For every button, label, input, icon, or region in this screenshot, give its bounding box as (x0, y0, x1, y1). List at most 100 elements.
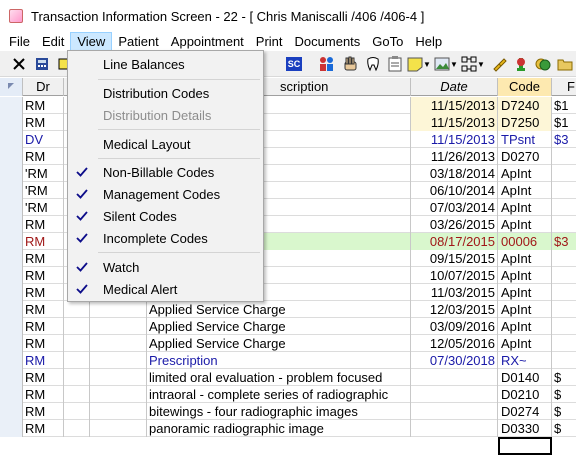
menu-item-incomplete-codes[interactable]: Incomplete Codes (69, 228, 262, 250)
chevron-down-icon[interactable]: ▼ (477, 55, 485, 73)
table-row[interactable]: RM limited oral evaluation - problem focu… (0, 369, 576, 386)
cell-date[interactable]: 12/03/2015 (411, 301, 498, 318)
row-header[interactable] (0, 352, 23, 369)
medicine-icon[interactable] (490, 55, 508, 73)
cell-code[interactable]: D0274 (498, 403, 552, 420)
cell-col-c[interactable] (90, 352, 147, 369)
cell-code[interactable]: 00006 (498, 233, 552, 250)
row-header[interactable] (0, 284, 23, 301)
cell-date[interactable]: 12/05/2016 (411, 335, 498, 352)
cell-fee[interactable] (552, 301, 576, 318)
sc-icon[interactable]: SC (286, 57, 302, 71)
cell-date[interactable]: 11/15/2013 (411, 97, 498, 114)
row-header[interactable] (0, 386, 23, 403)
cell-code[interactable]: TPsnt (498, 131, 552, 148)
cell-col-c[interactable] (90, 403, 147, 420)
menu-item-silent-codes[interactable]: Silent Codes (69, 206, 262, 228)
cell-date[interactable] (411, 369, 498, 386)
menu-view[interactable]: View (70, 32, 113, 51)
cell-code[interactable]: ApInt (498, 267, 552, 284)
cell-col-c[interactable] (90, 386, 147, 403)
hand-icon[interactable] (342, 55, 360, 73)
cell-col-b[interactable] (64, 318, 90, 335)
cell-fee[interactable] (552, 284, 576, 301)
cell-col-b[interactable] (64, 369, 90, 386)
header-date[interactable]: Date (411, 78, 498, 96)
cell-dr[interactable]: 'RM (23, 165, 64, 182)
cell-date[interactable]: 09/15/2015 (411, 250, 498, 267)
row-header[interactable] (0, 216, 23, 233)
cell-dr[interactable]: RM (23, 148, 64, 165)
menu-item-distribution-codes[interactable]: Distribution Codes (69, 83, 262, 105)
row-header[interactable] (0, 199, 23, 216)
cell-description[interactable]: Applied Service Charge (147, 318, 411, 335)
cell-dr[interactable]: RM (23, 420, 64, 437)
chevron-down-icon[interactable]: ▼ (450, 55, 458, 73)
cell-date[interactable]: 07/30/2018 (411, 352, 498, 369)
cell-code[interactable]: RX~ (498, 352, 552, 369)
cell-dr[interactable]: DV (23, 131, 64, 148)
trophy-icon[interactable] (512, 55, 530, 73)
cell-date[interactable]: 07/03/2014 (411, 199, 498, 216)
cell-date[interactable]: 11/15/2013 (411, 131, 498, 148)
header-dr[interactable]: Dr (23, 78, 64, 96)
current-cell-editor[interactable] (498, 437, 552, 455)
cell-fee[interactable] (552, 335, 576, 352)
menu-documents[interactable]: Documents (289, 32, 367, 51)
cell-dr[interactable]: RM (23, 301, 64, 318)
cell-fee[interactable] (552, 267, 576, 284)
cell-dr[interactable]: RM (23, 284, 64, 301)
cell-fee[interactable] (552, 182, 576, 199)
cell-code[interactable]: ApInt (498, 182, 552, 199)
cell-code[interactable]: ApInt (498, 199, 552, 216)
cell-date[interactable] (411, 386, 498, 403)
cell-code[interactable]: D7240 (498, 97, 552, 114)
row-header[interactable] (0, 182, 23, 199)
money-icon[interactable] (534, 55, 552, 73)
row-header[interactable] (0, 403, 23, 420)
cell-fee[interactable] (552, 199, 576, 216)
calculator-icon[interactable] (33, 55, 51, 73)
cell-col-c[interactable] (90, 420, 147, 437)
cell-dr[interactable]: 'RM (23, 199, 64, 216)
note-pad-icon[interactable] (406, 55, 424, 73)
cell-date[interactable]: 10/07/2015 (411, 267, 498, 284)
cell-date[interactable]: 03/09/2016 (411, 318, 498, 335)
clipboard-icon[interactable] (386, 55, 404, 73)
cell-dr[interactable]: RM (23, 216, 64, 233)
cell-dr[interactable]: RM (23, 250, 64, 267)
cell-fee[interactable] (552, 165, 576, 182)
row-header[interactable] (0, 97, 23, 114)
cell-code[interactable]: D0210 (498, 386, 552, 403)
table-row[interactable]: RM Applied Service Charge 03/09/2016 ApInt (0, 318, 576, 335)
cell-dr[interactable]: RM (23, 386, 64, 403)
row-header[interactable] (0, 148, 23, 165)
row-header[interactable] (0, 301, 23, 318)
cell-description[interactable]: intraoral - complete series of radiograp… (147, 386, 411, 403)
cell-fee[interactable] (552, 318, 576, 335)
cell-col-c[interactable] (90, 369, 147, 386)
cell-dr[interactable]: RM (23, 369, 64, 386)
table-row[interactable]: RM Applied Service Charge 12/03/2015 ApInt (0, 301, 576, 318)
cell-code[interactable]: ApInt (498, 250, 552, 267)
cell-fee[interactable] (552, 352, 576, 369)
cell-code[interactable]: ApInt (498, 165, 552, 182)
cell-description[interactable]: Applied Service Charge (147, 301, 411, 318)
cell-dr[interactable]: 'RM (23, 182, 64, 199)
cell-dr[interactable]: RM (23, 267, 64, 284)
cell-date[interactable] (411, 403, 498, 420)
image-icon[interactable] (433, 55, 451, 73)
cell-date[interactable]: 11/15/2013 (411, 114, 498, 131)
row-header[interactable] (0, 267, 23, 284)
menu-file[interactable]: File (3, 32, 36, 51)
cell-code[interactable]: ApInt (498, 284, 552, 301)
cell-code[interactable]: ApInt (498, 216, 552, 233)
cell-code[interactable]: D0330 (498, 420, 552, 437)
chevron-down-icon[interactable]: ▼ (423, 55, 431, 73)
menu-patient[interactable]: Patient (112, 32, 164, 51)
cell-fee[interactable]: $ (552, 386, 576, 403)
cell-description[interactable]: Prescription (147, 352, 411, 369)
table-row[interactable]: RM intraoral - complete series of radiogr… (0, 386, 576, 403)
table-row[interactable]: RM Prescription 07/30/2018 RX~ (0, 352, 576, 369)
cell-fee[interactable]: $1 (552, 114, 576, 131)
